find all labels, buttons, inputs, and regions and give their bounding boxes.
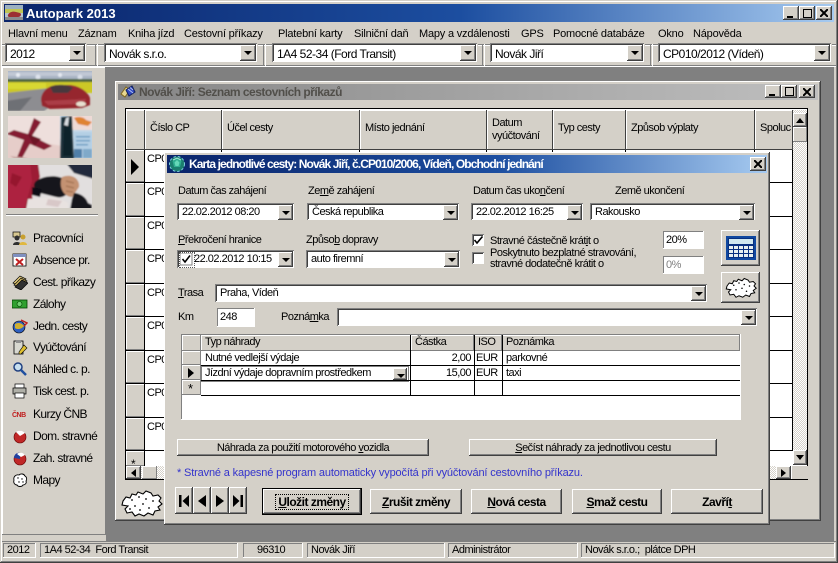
svg-text:ČNB: ČNB: [12, 410, 26, 419]
